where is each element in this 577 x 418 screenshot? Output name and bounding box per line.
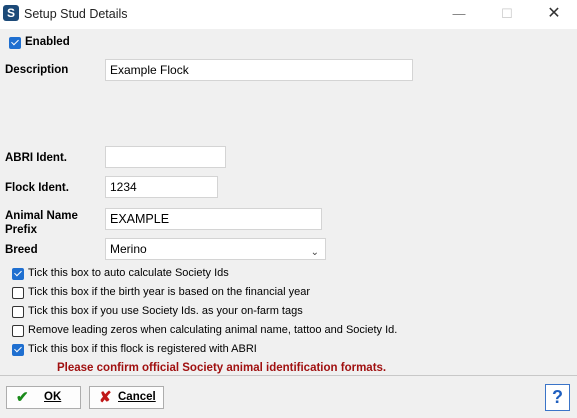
- close-button[interactable]: ✕: [531, 0, 577, 29]
- checkmark-icon: ✔: [16, 389, 29, 406]
- maximize-button[interactable]: ☐: [484, 0, 530, 29]
- cancel-x-icon: ✘: [99, 389, 112, 406]
- animal-name-prefix-label: Animal Name: [5, 210, 78, 222]
- cancel-button[interactable]: ✘ Cancel: [89, 386, 164, 409]
- help-button[interactable]: ?: [545, 384, 570, 411]
- dialog-body: Enabled Description Example Flock ABRI I…: [0, 29, 577, 375]
- description-label: Description: [5, 64, 69, 76]
- flock-ident-input[interactable]: 1234: [105, 176, 218, 198]
- flock-ident-label: Flock Ident.: [5, 182, 69, 194]
- animal-name-prefix-input[interactable]: EXAMPLE: [105, 208, 322, 230]
- society-ids-as-tags-label: Tick this box if you use Society Ids. as…: [28, 305, 303, 317]
- ok-button-label: OK: [44, 391, 62, 403]
- society-ids-as-tags-checkbox[interactable]: [12, 306, 24, 318]
- minimize-button[interactable]: —: [436, 0, 482, 29]
- window-title: Setup Stud Details: [24, 7, 128, 21]
- auto-calculate-ids-checkbox[interactable]: [12, 268, 24, 280]
- auto-calculate-ids-label: Tick this box to auto calculate Society …: [28, 267, 229, 279]
- financial-year-checkbox[interactable]: [12, 287, 24, 299]
- breed-select[interactable]: Merino ⌄: [105, 238, 326, 260]
- ok-button[interactable]: ✔ OK: [6, 386, 81, 409]
- enabled-checkbox[interactable]: [9, 37, 21, 49]
- app-logo-icon: S: [3, 5, 19, 21]
- title-bar: S Setup Stud Details — ☐ ✕: [0, 0, 577, 29]
- cancel-button-label: Cancel: [118, 391, 156, 403]
- description-input[interactable]: Example Flock: [105, 59, 413, 81]
- abri-ident-label: ABRI Ident.: [5, 152, 67, 164]
- registered-abri-checkbox[interactable]: [12, 344, 24, 356]
- animal-name-prefix-label-line2: Prefix: [5, 224, 37, 236]
- breed-label: Breed: [5, 244, 38, 256]
- abri-ident-input[interactable]: [105, 146, 226, 168]
- dialog-footer: ✔ OK ✘ Cancel ?: [0, 375, 577, 418]
- financial-year-label: Tick this box if the birth year is based…: [28, 286, 311, 298]
- registered-abri-label: Tick this box if this flock is registere…: [28, 343, 257, 355]
- warning-message: Please confirm official Society animal i…: [57, 362, 387, 374]
- remove-leading-zeros-label: Remove leading zeros when calculating an…: [28, 324, 398, 336]
- breed-selected-value: Merino: [110, 242, 147, 256]
- enabled-label: Enabled: [25, 36, 70, 48]
- remove-leading-zeros-checkbox[interactable]: [12, 325, 24, 337]
- chevron-down-icon: ⌄: [310, 247, 319, 258]
